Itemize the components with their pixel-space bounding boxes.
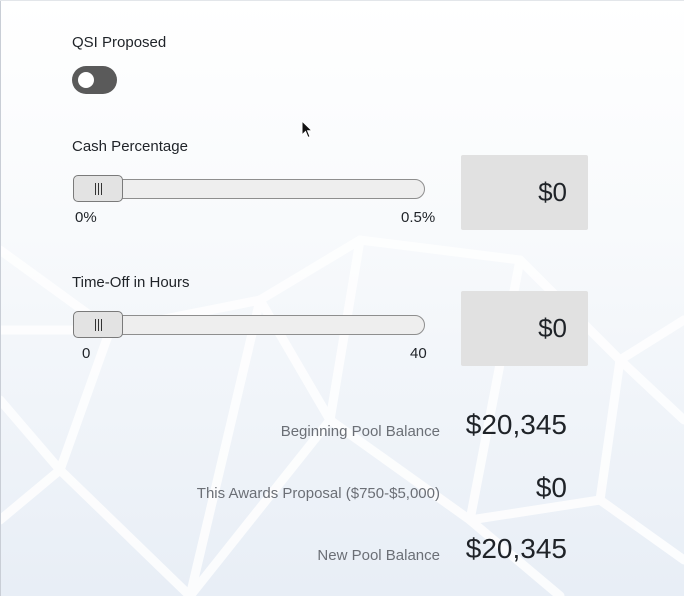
new-pool-balance-value: $20,345 [465,533,567,564]
cash-min-label: 0% [75,209,97,226]
slider-track[interactable] [73,315,425,335]
slider-thumb[interactable] [73,175,123,202]
toggle-knob [78,72,94,88]
time-off-amount-display: $0 [461,291,588,366]
window-edge-top [0,0,684,1]
beginning-pool-balance-value: $20,345 [465,409,567,440]
qsi-proposed-label: QSI Proposed [72,34,167,51]
slider-track[interactable] [73,179,425,199]
cash-amount-display: $0 [461,155,588,230]
cash-percentage-label: Cash Percentage [72,138,188,155]
window-edge-left [0,0,1,596]
time-off-min-label: 0 [82,345,91,362]
time-off-slider[interactable] [73,311,425,338]
mouse-pointer-icon [301,120,313,139]
cash-percentage-slider[interactable] [73,175,425,202]
awards-proposal-label: This Awards Proposal ($750-$5,000) [196,485,440,502]
beginning-pool-balance-label: Beginning Pool Balance [280,423,440,440]
new-pool-balance-label: New Pool Balance [317,547,440,564]
qsi-proposed-toggle[interactable] [72,66,117,94]
awards-proposal-value: $0 [535,472,567,503]
slider-thumb[interactable] [73,311,123,338]
cash-max-label: 0.5% [401,209,436,226]
time-off-max-label: 40 [410,345,427,362]
time-off-label: Time-Off in Hours [72,274,190,291]
